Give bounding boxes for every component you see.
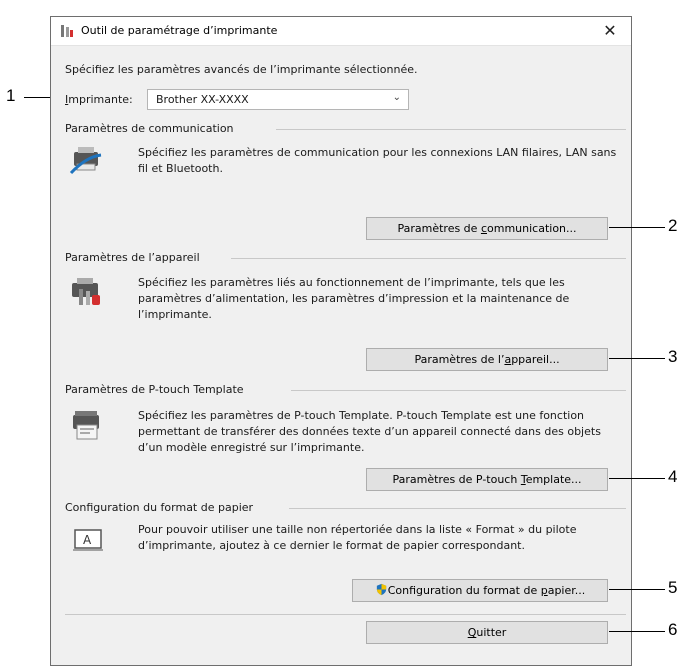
ptouch-settings-button[interactable]: Paramètres de P-touch Template... — [366, 468, 608, 491]
footer-divider — [65, 614, 626, 615]
paper-section-title: Configuration du format de papier — [65, 501, 254, 514]
callout-4: 4 — [668, 467, 678, 486]
device-settings-button[interactable]: Paramètres de l’appareil... — [366, 348, 608, 371]
printer-label: Imprimante: — [65, 93, 133, 106]
close-icon: ✕ — [603, 21, 617, 40]
paper-format-icon: A — [73, 529, 103, 551]
printer-settings-dialog: Outil de paramétrage d’imprimante ✕ Spéc… — [50, 16, 632, 666]
callout-2: 2 — [668, 216, 678, 235]
callout-6-line — [609, 631, 665, 632]
printer-template-icon — [73, 411, 99, 440]
callout-3: 3 — [668, 347, 678, 366]
quit-button[interactable]: Quitter — [366, 621, 608, 644]
intro-text: Spécifiez les paramètres avancés de l’im… — [65, 63, 418, 76]
callout-5: 5 — [668, 578, 678, 597]
communication-section-title: Paramètres de communication — [65, 122, 234, 135]
printer-select[interactable]: Brother XX-XXXX ⌄ — [147, 89, 409, 110]
device-section-title: Paramètres de l’appareil — [65, 251, 200, 264]
communication-settings-button[interactable]: Paramètres de communication... — [366, 217, 608, 240]
window-title: Outil de paramétrage d’imprimante — [81, 24, 278, 37]
communication-description: Spécifiez les paramètres de communicatio… — [138, 146, 617, 175]
communication-divider — [276, 129, 626, 130]
svg-text:A: A — [83, 533, 92, 547]
printer-select-value: Brother XX-XXXX — [156, 93, 249, 106]
callout-2-line — [609, 227, 665, 228]
callout-4-line — [609, 478, 665, 479]
paper-format-button[interactable]: Configuration du format de papier... — [352, 579, 608, 602]
callout-6: 6 — [668, 620, 678, 639]
paper-divider — [289, 508, 626, 509]
device-divider — [231, 258, 626, 259]
printer-label-text: mprimante: — [68, 93, 133, 106]
ptouch-divider — [291, 390, 626, 391]
callout-3-line — [609, 358, 665, 359]
paper-description: Pour pouvoir utiliser une taille non rép… — [138, 523, 577, 552]
callout-1: 1 — [6, 86, 16, 105]
printer-tools-icon — [72, 278, 100, 305]
close-button[interactable]: ✕ — [589, 17, 631, 45]
device-description: Spécifiez les paramètres liés au fonctio… — [138, 276, 570, 321]
uac-shield-icon — [376, 583, 386, 596]
printer-tool-icon — [61, 25, 73, 37]
callout-5-line — [609, 589, 665, 590]
title-bar: Outil de paramétrage d’imprimante ✕ — [51, 17, 631, 46]
ptouch-description: Spécifiez les paramètres de P-touch Temp… — [138, 409, 601, 454]
printer-network-icon — [69, 147, 102, 175]
chevron-down-icon: ⌄ — [392, 92, 401, 103]
ptouch-section-title: Paramètres de P-touch Template — [65, 383, 244, 396]
